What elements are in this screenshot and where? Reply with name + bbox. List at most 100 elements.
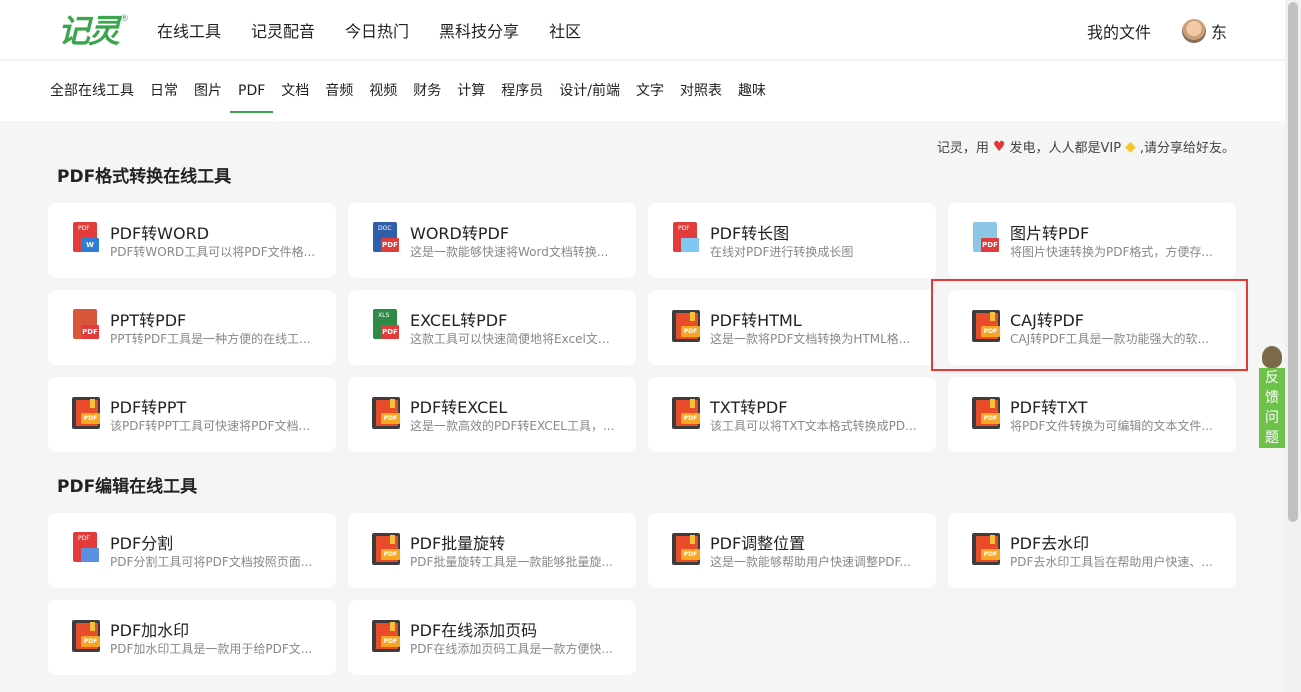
tool-card-pdf-to-long-image[interactable]: PDF PDF转长图 在线对PDF进行转换成长图: [648, 203, 936, 278]
diamond-icon: ◆: [1125, 138, 1136, 155]
tool-title: PDF去水印: [1010, 534, 1090, 553]
category-design[interactable]: 设计/前端: [559, 61, 620, 121]
pdf-book-icon: PDF: [970, 309, 1002, 343]
category-daily[interactable]: 日常: [150, 61, 178, 121]
page-scrollbar[interactable]: [1285, 0, 1301, 692]
tool-desc: 这是一款高效的PDF转EXCEL工具，...: [410, 419, 615, 433]
pdf-book-icon: PDF: [370, 396, 402, 430]
tool-title: PPT转PDF: [110, 311, 187, 330]
pdf-book-icon: PDF: [670, 396, 702, 430]
tool-card-pdf-reorder[interactable]: PDF PDF调整位置 这是一款能够帮助用户快速调整PDF...: [648, 513, 936, 588]
category-programmer[interactable]: 程序员: [501, 61, 543, 121]
tool-card-pdf-split[interactable]: PDF PDF分割 PDF分割工具可将PDF文档按照页面...: [48, 513, 336, 588]
tool-title: PDF转EXCEL: [410, 398, 508, 417]
category-video[interactable]: 视频: [369, 61, 397, 121]
feedback-char: 题: [1265, 430, 1279, 446]
pdf-to-image-icon: PDF: [670, 222, 702, 256]
avatar[interactable]: [1182, 19, 1206, 43]
tool-card-pdf-remove-watermark[interactable]: PDF PDF去水印 PDF去水印工具旨在帮助用户快速、...: [948, 513, 1236, 588]
pdf-split-icon: PDF: [70, 532, 102, 566]
tool-title: PDF转WORD: [110, 224, 210, 243]
tool-desc: 将PDF文件转换为可编辑的文本文件...: [1010, 419, 1213, 433]
notice-prefix: 记灵，用: [936, 141, 989, 156]
site-logo[interactable]: 记灵 ®: [58, 12, 129, 50]
category-reference[interactable]: 对照表: [680, 61, 722, 121]
tool-card-excel-to-pdf[interactable]: XLS PDF EXCEL转PDF 这款工具可以快速简便地将Excel文件...: [348, 290, 636, 365]
tool-desc: 该工具可以将TXT文本格式转换成PD...: [710, 419, 917, 433]
tool-title: EXCEL转PDF: [410, 311, 508, 330]
tool-card-pdf-to-excel[interactable]: PDF PDF转EXCEL 这是一款高效的PDF转EXCEL工具，...: [348, 377, 636, 452]
tool-title: PDF转长图: [710, 224, 790, 243]
logo-text: 记灵: [58, 12, 120, 50]
excel-to-pdf-icon: XLS PDF: [370, 309, 402, 343]
tool-desc: PDF转WORD工具可以将PDF文件格...: [110, 245, 316, 259]
tool-desc: 该PDF转PPT工具可快速将PDF文档...: [110, 419, 311, 433]
tool-desc: 这是一款能够快速将Word文档转换...: [410, 245, 609, 259]
pdf-book-icon: PDF: [370, 532, 402, 566]
feedback-mascot-icon[interactable]: [1262, 346, 1282, 368]
username[interactable]: 东: [1211, 19, 1227, 43]
category-text[interactable]: 文字: [636, 61, 664, 121]
feedback-char: 问: [1265, 410, 1279, 426]
tool-card-word-to-pdf[interactable]: DOC PDF WORD转PDF 这是一款能够快速将Word文档转换...: [348, 203, 636, 278]
tool-desc: PDF去水印工具旨在帮助用户快速、...: [1010, 555, 1213, 569]
pdf-book-icon: PDF: [370, 619, 402, 653]
tool-desc: PDF分割工具可将PDF文档按照页面...: [110, 555, 313, 569]
main-nav-voiceover[interactable]: 记灵配音: [251, 18, 315, 42]
main-nav-online-tools[interactable]: 在线工具: [157, 18, 221, 42]
feedback-char: 馈: [1265, 390, 1279, 406]
pdf-to-word-icon: PDF W: [70, 222, 102, 256]
tool-title: PDF分割: [110, 534, 174, 553]
tool-title: 图片转PDF: [1010, 224, 1090, 243]
category-pdf[interactable]: PDF: [229, 61, 274, 121]
tool-card-pdf-to-html[interactable]: PDF PDF转HTML 这是一款将PDF文档转换为HTML格...: [648, 290, 936, 365]
category-audio[interactable]: 音频: [325, 61, 353, 121]
tool-card-pdf-add-watermark[interactable]: PDF PDF加水印 PDF加水印工具是一款用于给PDF文...: [48, 600, 336, 675]
tool-desc: PDF批量旋转工具是一款能够批量旋...: [410, 555, 613, 569]
word-to-pdf-icon: DOC PDF: [370, 222, 402, 256]
pdf-book-icon: PDF: [70, 396, 102, 430]
vip-notice: 记灵，用 ♥ 发电，人人都是VIP ◆ ,请分享给好友。: [936, 137, 1235, 157]
category-image[interactable]: 图片: [194, 61, 222, 121]
category-fun[interactable]: 趣味: [738, 61, 766, 121]
category-calculate[interactable]: 计算: [457, 61, 485, 121]
tool-desc: 这款工具可以快速简便地将Excel文件...: [410, 332, 620, 346]
tool-card-ppt-to-pdf[interactable]: PDF PPT转PDF PPT转PDF工具是一种方便的在线工...: [48, 290, 336, 365]
category-document[interactable]: 文档: [281, 61, 309, 121]
section-title-convert: PDF格式转换在线工具: [57, 167, 232, 187]
tool-title: PDF调整位置: [710, 534, 806, 553]
pdf-book-icon: PDF: [70, 619, 102, 653]
main-nav-tech-share[interactable]: 黑科技分享: [439, 18, 519, 42]
logo-registered-mark: ®: [120, 14, 130, 24]
pdf-book-icon: PDF: [670, 309, 702, 343]
tool-card-pdf-batch-rotate[interactable]: PDF PDF批量旋转 PDF批量旋转工具是一款能够批量旋...: [348, 513, 636, 588]
top-header: 记灵 ® 在线工具 记灵配音 今日热门 黑科技分享 社区 我的文件 东: [0, 0, 1285, 60]
pdf-book-icon: PDF: [670, 532, 702, 566]
tool-card-pdf-page-numbers[interactable]: PDF PDF在线添加页码 PDF在线添加页码工具是一款方便快...: [348, 600, 636, 675]
category-all[interactable]: 全部在线工具: [50, 61, 134, 121]
heart-icon: ♥: [992, 138, 1006, 155]
main-nav-trending[interactable]: 今日热门: [345, 18, 409, 42]
feedback-button[interactable]: 反 馈 问 题: [1259, 368, 1285, 448]
tool-title: PDF转TXT: [1010, 398, 1088, 417]
tool-card-image-to-pdf[interactable]: PDF 图片转PDF 将图片快速转换为PDF格式，方便存...: [948, 203, 1236, 278]
category-nav: 全部在线工具 日常 图片 PDF 文档 音频 视频 财务 计算 程序员 设计/前…: [50, 61, 782, 121]
tool-desc: PDF加水印工具是一款用于给PDF文...: [110, 642, 313, 656]
tool-desc: 在线对PDF进行转换成长图: [710, 245, 854, 259]
pdf-book-icon: PDF: [970, 396, 1002, 430]
tool-card-pdf-to-txt[interactable]: PDF PDF转TXT 将PDF文件转换为可编辑的文本文件...: [948, 377, 1236, 452]
scrollbar-thumb[interactable]: [1288, 2, 1298, 522]
my-files-link[interactable]: 我的文件: [1087, 19, 1151, 43]
tool-title: CAJ转PDF: [1010, 311, 1085, 330]
category-finance[interactable]: 财务: [413, 61, 441, 121]
tool-card-txt-to-pdf[interactable]: PDF TXT转PDF 该工具可以将TXT文本格式转换成PD...: [648, 377, 936, 452]
tool-title: PDF加水印: [110, 621, 190, 640]
tool-title: PDF转HTML: [710, 311, 802, 330]
notice-suffix: ,请分享给好友。: [1139, 141, 1235, 156]
tool-card-pdf-to-ppt[interactable]: PDF PDF转PPT 该PDF转PPT工具可快速将PDF文档...: [48, 377, 336, 452]
tool-desc: 这是一款将PDF文档转换为HTML格...: [710, 332, 911, 346]
tool-card-caj-to-pdf[interactable]: PDF CAJ转PDF CAJ转PDF工具是一款功能强大的软...: [948, 290, 1236, 365]
main-nav-community[interactable]: 社区: [549, 18, 581, 42]
tool-card-pdf-to-word[interactable]: PDF W PDF转WORD PDF转WORD工具可以将PDF文件格...: [48, 203, 336, 278]
category-bar: 全部在线工具 日常 图片 PDF 文档 音频 视频 财务 计算 程序员 设计/前…: [0, 61, 1285, 121]
